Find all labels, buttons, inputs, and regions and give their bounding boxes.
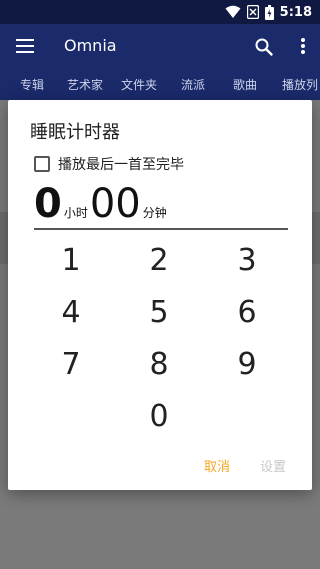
- tab-playlists[interactable]: 播放列: [282, 76, 318, 93]
- key-5[interactable]: 5: [129, 290, 189, 334]
- status-time: 5:18: [279, 4, 312, 20]
- minutes-unit: 分钟: [142, 206, 167, 220]
- play-last-song-checkbox[interactable]: [34, 156, 50, 172]
- tab-genres[interactable]: 流派: [181, 76, 205, 93]
- set-button[interactable]: 设置: [260, 456, 286, 475]
- key-9[interactable]: 9: [217, 342, 277, 386]
- play-last-song-option[interactable]: 播放最后一首至完毕: [34, 154, 184, 174]
- time-display: 0 小时 00 分钟: [34, 180, 169, 228]
- menu-icon[interactable]: [16, 39, 34, 55]
- cancel-button[interactable]: 取消: [204, 456, 230, 475]
- hours-value: 0: [34, 181, 62, 227]
- more-vert-icon[interactable]: [300, 38, 306, 56]
- tab-artists[interactable]: 艺术家: [67, 76, 103, 93]
- tab-bar: 专辑 艺术家 文件夹 流派 歌曲 播放列: [0, 70, 320, 100]
- sleep-timer-dialog: 睡眠计时器 播放最后一首至完毕 0 小时 00 分钟 1 2 3 4 5 6 7…: [8, 100, 312, 490]
- status-icons: 5:18: [225, 3, 312, 21]
- dialog-title: 睡眠计时器: [30, 122, 120, 143]
- play-last-song-label: 播放最后一首至完毕: [58, 157, 184, 173]
- key-8[interactable]: 8: [129, 342, 189, 386]
- wifi-icon: [225, 5, 241, 18]
- key-4[interactable]: 4: [41, 290, 101, 334]
- key-1[interactable]: 1: [41, 238, 101, 282]
- minutes-value: 00: [89, 181, 141, 227]
- key-2[interactable]: 2: [129, 238, 189, 282]
- time-underline: [34, 228, 288, 230]
- key-6[interactable]: 6: [217, 290, 277, 334]
- key-0[interactable]: 0: [129, 394, 189, 438]
- key-3[interactable]: 3: [217, 238, 277, 282]
- tab-songs[interactable]: 歌曲: [233, 76, 257, 93]
- status-bar: 5:18: [0, 0, 320, 24]
- battery-icon: [264, 4, 274, 20]
- app-title: Omnia: [64, 36, 117, 55]
- hours-unit: 小时: [63, 206, 88, 220]
- app-bar: Omnia: [0, 24, 320, 70]
- search-icon[interactable]: [254, 37, 274, 57]
- notification-muted-icon: [246, 5, 259, 19]
- key-7[interactable]: 7: [41, 342, 101, 386]
- tab-folders[interactable]: 文件夹: [121, 76, 157, 93]
- tab-albums[interactable]: 专辑: [20, 76, 44, 93]
